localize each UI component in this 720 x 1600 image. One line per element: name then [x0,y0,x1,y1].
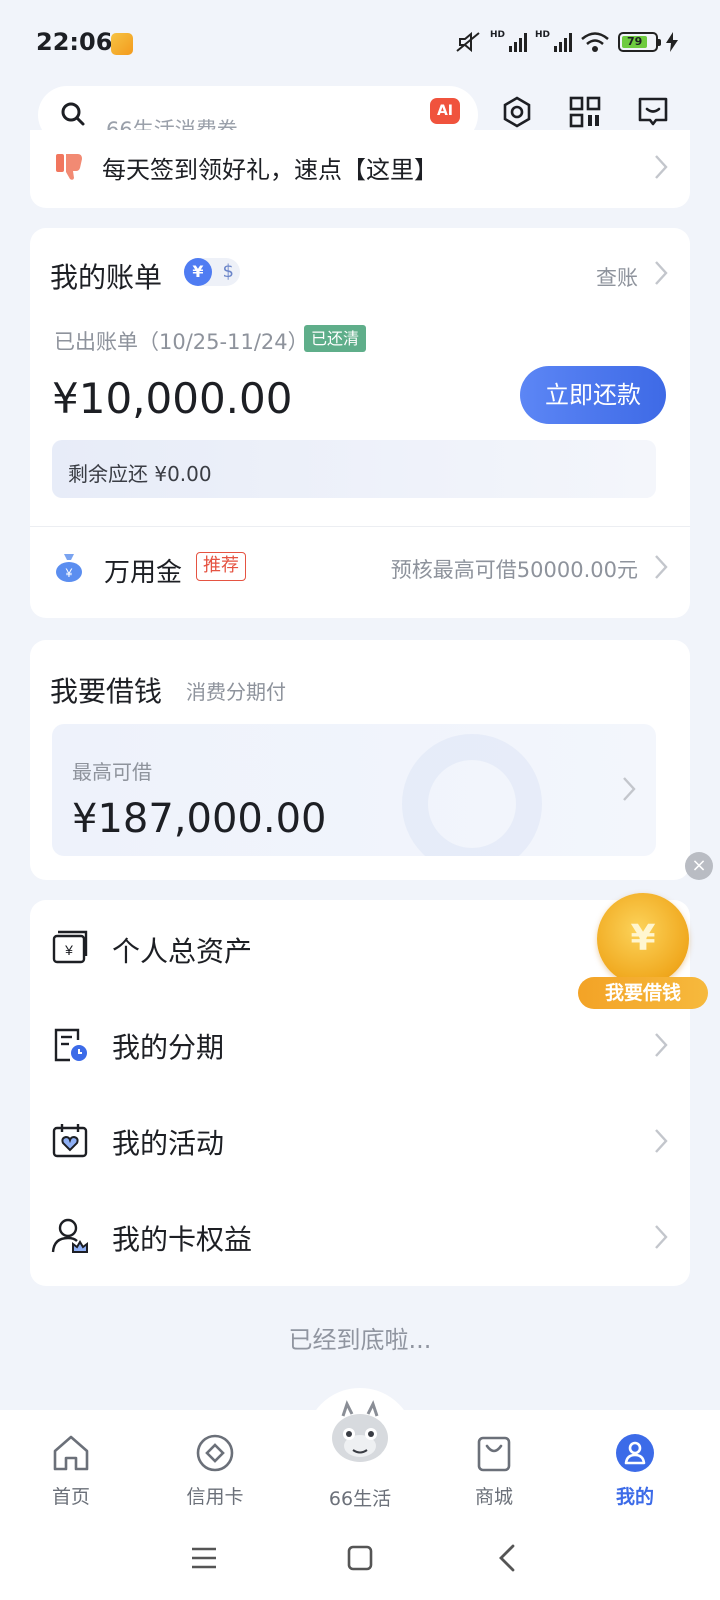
chevron-right-icon [654,1032,668,1058]
recommend-badge: 推荐 [196,552,246,581]
max-loan-amount: ¥187,000.00 [72,796,327,842]
bill-card: 我的账单 ¥ $ 查账 已出账单（10/25-11/24） 已还清 ¥10,00… [30,228,690,618]
header-actions [500,95,670,129]
sign-in-banner[interactable]: 每天签到领好礼，速点【这里】 [30,130,690,208]
tab-label: 首页 [51,1486,90,1508]
shopping-bag-icon [477,1436,511,1472]
currency-yen-option[interactable]: ¥ [184,258,212,286]
profile-icon [616,1434,654,1472]
tab-label: 我的 [615,1486,654,1508]
check-bill-link[interactable]: 查账 [596,262,638,292]
menu-card: ¥ 个人总资产 我的分期 我的活动 我的卡权益 [30,900,690,1286]
remaining-due-text: 剩余应还 ¥0.00 [68,462,212,486]
back-icon[interactable] [490,1540,526,1576]
battery-level: 79 [622,36,648,48]
home-square-icon[interactable] [342,1540,378,1576]
wifi-icon [581,32,609,52]
signal-icon [554,32,572,52]
status-badge: 已还清 [304,325,367,352]
menu-label: 我的活动 [112,1127,225,1160]
chevron-right-icon [654,260,668,286]
svg-text:¥: ¥ [64,942,73,958]
wallet-yen-icon: ¥ [52,930,88,964]
menu-item-activities[interactable]: 我的活动 [30,1092,690,1188]
home-icon [53,1435,89,1471]
coin-icon[interactable]: ¥ [597,893,689,985]
chevron-right-icon [654,1224,668,1250]
tab-home[interactable]: 首页 [16,1432,126,1509]
tab-mall[interactable]: 商城 [439,1432,549,1509]
loan-subtitle: 消费分期付 [186,680,286,704]
chevron-right-icon [654,154,668,180]
divider [30,526,690,527]
max-loan-label: 最高可借 [72,760,152,784]
menu-item-card-benefits[interactable]: 我的卡权益 [30,1188,690,1284]
thumb-icon [56,154,82,180]
currency-toggle[interactable]: ¥ $ [184,258,240,286]
svg-text:¥: ¥ [65,566,73,580]
status-time: 22:06 [36,28,113,56]
wanyongjin-label: 万用金 [104,558,183,588]
charging-icon [666,32,678,52]
loan-title: 我要借钱 [50,675,163,708]
bill-title: 我的账单 [50,261,163,294]
currency-usd-option[interactable]: $ [223,258,234,286]
user-crown-icon [51,1218,88,1253]
floating-loan-button[interactable]: 我要借钱 [578,977,708,1009]
close-floating-button[interactable]: × [685,852,713,880]
network-type-label-2: HD [534,30,550,40]
wanyongjin-description: 预核最高可借50000.00元 [390,558,638,582]
notification-app-icon [111,33,133,55]
settings-icon[interactable] [500,95,534,129]
dragon-mascot-icon[interactable] [325,1398,395,1468]
tab-credit-card[interactable]: 信用卡 [160,1432,270,1509]
installment-icon [54,1028,87,1062]
menu-item-installment[interactable]: 我的分期 [30,996,690,1092]
message-icon[interactable] [636,95,670,129]
signal-icon [508,32,527,52]
tab-mine[interactable]: 我的 [580,1432,690,1509]
remaining-due-box: 剩余应还 ¥0.00 [52,440,656,498]
loan-card: 我要借钱 消费分期付 最高可借 ¥187,000.00 [30,640,690,880]
mute-icon [456,31,480,53]
menu-label: 我的卡权益 [112,1223,253,1256]
chevron-right-icon [622,776,636,802]
end-of-list-text: 已经到底啦... [288,1326,432,1354]
tab-66-life[interactable]: 66生活 [305,1484,415,1511]
qr-scan-icon[interactable] [568,95,602,129]
menu-icon[interactable] [186,1540,222,1576]
decorative-ring [402,734,542,856]
bill-period: 已出账单（10/25-11/24） [54,330,309,354]
battery-icon: 79 [618,32,661,52]
status-icons: HD HD 79 [454,30,678,54]
repay-now-button[interactable]: 立即还款 [520,366,666,424]
search-icon [61,102,85,126]
status-bar: 22:06 HD HD 79 [0,0,720,86]
bill-amount: ¥10,000.00 [52,374,293,423]
tab-label: 信用卡 [186,1486,244,1508]
credit-card-icon [196,1434,234,1472]
ai-assistant-button[interactable]: AI [430,98,460,124]
sign-in-text: 每天签到领好礼，速点【这里】 [102,156,438,184]
calendar-heart-icon [52,1124,88,1158]
max-loan-box[interactable]: 最高可借 ¥187,000.00 [52,724,656,856]
chevron-right-icon [654,1128,668,1154]
money-bag-icon: ¥ [56,554,82,582]
tab-label: 商城 [474,1486,513,1508]
menu-label: 我的分期 [112,1031,225,1064]
chevron-right-icon [654,554,668,580]
network-type-label: HD [489,30,505,40]
menu-label: 个人总资产 [112,935,253,968]
